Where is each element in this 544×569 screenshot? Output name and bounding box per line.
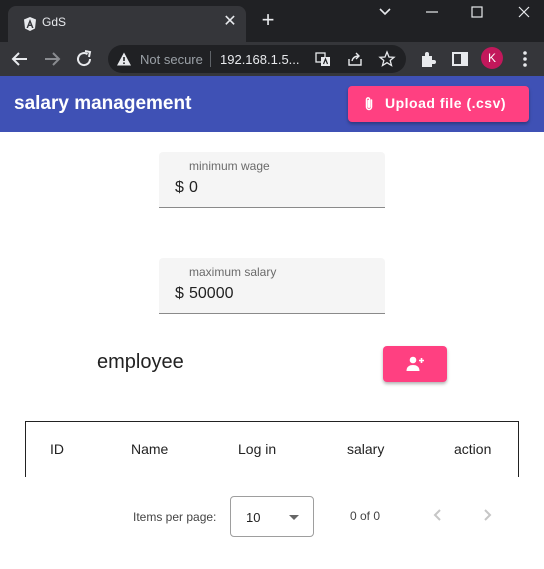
url-separator	[210, 51, 211, 67]
browser-tab[interactable]: GdS ✕	[8, 6, 246, 42]
employee-table: ID Name Log in salary action	[25, 421, 519, 477]
not-secure-label[interactable]: Not secure	[140, 52, 206, 67]
items-per-page-label: Items per page:	[133, 510, 217, 524]
angular-icon	[24, 17, 36, 31]
warning-icon[interactable]	[116, 51, 132, 67]
profile-avatar[interactable]: K	[481, 47, 503, 69]
currency-prefix: $	[175, 179, 184, 196]
column-header-action[interactable]: action	[454, 441, 491, 457]
maximum-salary-input[interactable]: 50000	[189, 285, 234, 303]
column-header-login[interactable]: Log in	[238, 441, 276, 457]
column-header-name[interactable]: Name	[131, 441, 168, 457]
back-icon[interactable]	[8, 47, 32, 71]
share-icon[interactable]	[346, 50, 364, 68]
add-employee-button[interactable]	[383, 346, 447, 382]
currency-prefix: $	[175, 285, 184, 302]
forward-icon[interactable]	[40, 47, 64, 71]
column-header-id[interactable]: ID	[50, 441, 64, 457]
extensions-icon[interactable]	[416, 47, 440, 71]
add-user-icon	[406, 356, 424, 371]
employee-heading: employee	[97, 351, 184, 373]
minimize-icon[interactable]	[420, 2, 444, 22]
minimum-wage-field[interactable]: minimum wage $ 0	[159, 152, 385, 208]
chevron-down-icon[interactable]	[373, 2, 397, 22]
column-header-salary[interactable]: salary	[347, 441, 384, 457]
more-menu-icon[interactable]	[513, 47, 537, 71]
reload-icon[interactable]	[72, 47, 96, 71]
next-page-icon[interactable]	[475, 503, 499, 527]
new-tab-icon[interactable]: +	[258, 9, 278, 31]
minimum-wage-input[interactable]: 0	[189, 179, 198, 197]
translate-icon[interactable]	[314, 50, 332, 68]
tab-title: GdS	[42, 15, 67, 29]
browser-tab-bar: GdS ✕ +	[0, 0, 544, 42]
maximum-salary-label: maximum salary	[189, 265, 277, 279]
address-bar[interactable]: Not secure 192.168.1.5...	[108, 45, 406, 73]
app-title: salary management	[14, 93, 192, 114]
previous-page-icon[interactable]	[426, 503, 450, 527]
paperclip-icon	[365, 97, 373, 111]
dropdown-caret-icon	[289, 515, 299, 520]
side-panel-icon[interactable]	[448, 47, 472, 71]
page-size-value: 10	[246, 510, 261, 525]
close-window-icon[interactable]	[512, 2, 536, 22]
minimum-wage-label: minimum wage	[189, 159, 270, 173]
upload-file-label: Upload file (.csv)	[385, 95, 507, 111]
app-header: salary management Upload file (.csv)	[0, 76, 544, 132]
maximum-salary-field[interactable]: maximum salary $ 50000	[159, 258, 385, 314]
close-tab-icon[interactable]: ✕	[222, 14, 238, 30]
bookmark-star-icon[interactable]	[378, 50, 396, 68]
upload-file-button[interactable]: Upload file (.csv)	[348, 86, 529, 122]
page-range-label: 0 of 0	[350, 509, 381, 523]
url-text[interactable]: 192.168.1.5...	[220, 52, 300, 67]
page-size-select[interactable]: 10	[230, 496, 314, 537]
maximize-icon[interactable]	[465, 2, 489, 22]
browser-toolbar: Not secure 192.168.1.5... K	[0, 42, 544, 76]
